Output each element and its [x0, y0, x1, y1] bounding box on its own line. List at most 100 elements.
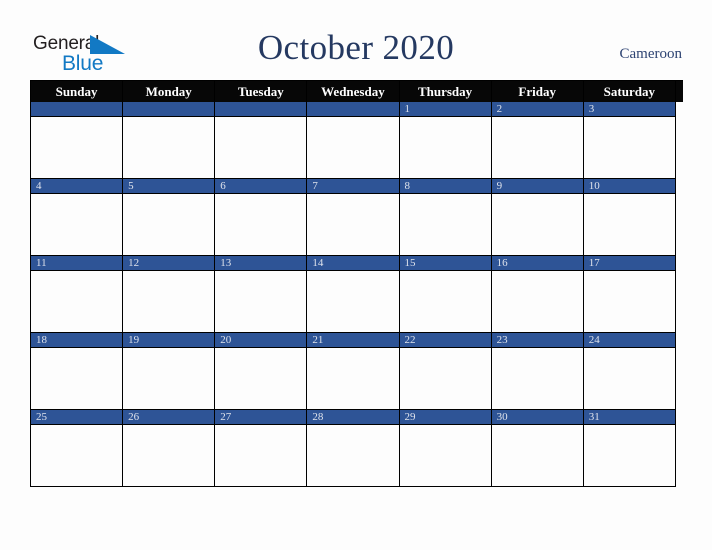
day-number: 25 [31, 410, 123, 425]
day-cell-10[interactable]: 10 [583, 179, 676, 256]
weekday-header-thursday: Thursday [400, 81, 492, 102]
day-cell-20[interactable]: 20 [215, 333, 308, 410]
day-number: 19 [123, 333, 215, 348]
day-cell-27[interactable]: 27 [215, 410, 308, 487]
day-cell-15[interactable]: 15 [399, 256, 492, 333]
day-cell-30[interactable]: 30 [491, 410, 584, 487]
day-cell-4[interactable]: 4 [31, 179, 124, 256]
day-cell-31[interactable]: 31 [583, 410, 676, 487]
day-note-area[interactable] [400, 425, 491, 486]
day-note-area[interactable] [492, 348, 583, 409]
day-note-area[interactable] [492, 194, 583, 255]
day-cell-24[interactable]: 24 [583, 333, 676, 410]
day-cell-9[interactable]: 9 [491, 179, 584, 256]
day-cell-25[interactable]: 25 [31, 410, 124, 487]
day-number: 30 [491, 410, 583, 425]
day-cell-empty [123, 102, 216, 179]
day-note-area[interactable] [31, 194, 122, 255]
day-note-area[interactable] [584, 348, 675, 409]
day-cell-empty [31, 102, 124, 179]
day-cell-26[interactable]: 26 [123, 410, 216, 487]
day-note-area[interactable] [400, 271, 491, 332]
day-note-area[interactable] [31, 271, 122, 332]
weekday-header-sunday: Sunday [31, 81, 124, 102]
day-number: 11 [31, 256, 123, 271]
day-number [123, 102, 215, 117]
week-row: 4 5 6 7 8 9 10 [31, 179, 683, 256]
day-note-area[interactable] [215, 271, 306, 332]
weekday-header-friday: Friday [492, 81, 584, 102]
day-note-area[interactable] [123, 348, 214, 409]
day-note-area[interactable] [307, 194, 398, 255]
day-cell-12[interactable]: 12 [123, 256, 216, 333]
day-note-area[interactable] [400, 348, 491, 409]
day-note-area[interactable] [307, 425, 398, 486]
day-note-area[interactable] [31, 425, 122, 486]
day-cell-14[interactable]: 14 [307, 256, 400, 333]
page-title: October 2020 [257, 28, 455, 67]
day-note-area[interactable] [307, 271, 398, 332]
day-note-area[interactable] [123, 194, 214, 255]
day-note-area[interactable] [492, 117, 583, 178]
day-number: 24 [583, 333, 675, 348]
day-number: 26 [123, 410, 215, 425]
calendar-grid: Sunday Monday Tuesday Wednesday Thursday Frid… [30, 80, 683, 487]
day-cell-21[interactable]: 21 [307, 333, 400, 410]
day-number: 4 [31, 179, 123, 194]
day-cell-13[interactable]: 13 [215, 256, 308, 333]
day-cell-3[interactable]: 3 [583, 102, 676, 179]
day-cell-2[interactable]: 2 [491, 102, 584, 179]
day-cell-17[interactable]: 17 [583, 256, 676, 333]
day-number: 7 [307, 179, 399, 194]
day-cell-7[interactable]: 7 [307, 179, 400, 256]
week-row: 11 12 13 14 15 16 17 [31, 256, 683, 333]
day-note-area[interactable] [307, 348, 398, 409]
day-cell-5[interactable]: 5 [123, 179, 216, 256]
day-note-area[interactable] [215, 194, 306, 255]
day-cell-18[interactable]: 18 [31, 333, 124, 410]
day-note-area[interactable] [215, 425, 306, 486]
day-note-area[interactable] [584, 425, 675, 486]
day-cell-29[interactable]: 29 [399, 410, 492, 487]
day-number: 16 [491, 256, 583, 271]
day-number: 22 [399, 333, 491, 348]
day-note-area[interactable] [123, 271, 214, 332]
day-note-area[interactable] [215, 348, 306, 409]
day-cell-28[interactable]: 28 [307, 410, 400, 487]
day-cell-1[interactable]: 1 [399, 102, 492, 179]
day-number: 5 [123, 179, 215, 194]
day-note-area[interactable] [400, 194, 491, 255]
day-number [215, 102, 307, 117]
day-note-area[interactable] [31, 348, 122, 409]
day-note-area[interactable] [123, 425, 214, 486]
day-number: 12 [123, 256, 215, 271]
day-cell-19[interactable]: 19 [123, 333, 216, 410]
day-note-area[interactable] [584, 117, 675, 178]
day-number: 2 [491, 102, 583, 117]
week-row: 18 19 20 21 22 23 24 [31, 333, 683, 410]
day-number: 17 [583, 256, 675, 271]
day-cell-8[interactable]: 8 [399, 179, 492, 256]
day-number: 28 [307, 410, 399, 425]
day-number: 21 [307, 333, 399, 348]
day-note-area[interactable] [215, 117, 306, 178]
day-note-area[interactable] [307, 117, 398, 178]
day-note-area[interactable] [31, 117, 122, 178]
day-cell-16[interactable]: 16 [491, 256, 584, 333]
day-note-area[interactable] [584, 194, 675, 255]
day-number: 29 [399, 410, 491, 425]
day-number: 27 [215, 410, 307, 425]
day-note-area[interactable] [584, 271, 675, 332]
calendar-weeks: 1 2 3 4 5 6 7 8 9 10 11 12 13 14 15 16 17 18 19 20 21 22 23 24 2… [31, 102, 683, 487]
week-row: 123 [31, 102, 683, 179]
day-note-area[interactable] [492, 271, 583, 332]
weekday-header-saturday: Saturday [584, 81, 676, 102]
day-cell-6[interactable]: 6 [215, 179, 308, 256]
day-note-area[interactable] [400, 117, 491, 178]
day-note-area[interactable] [123, 117, 214, 178]
day-cell-23[interactable]: 23 [491, 333, 584, 410]
day-number: 31 [583, 410, 675, 425]
day-note-area[interactable] [492, 425, 583, 486]
day-cell-22[interactable]: 22 [399, 333, 492, 410]
day-cell-11[interactable]: 11 [31, 256, 124, 333]
